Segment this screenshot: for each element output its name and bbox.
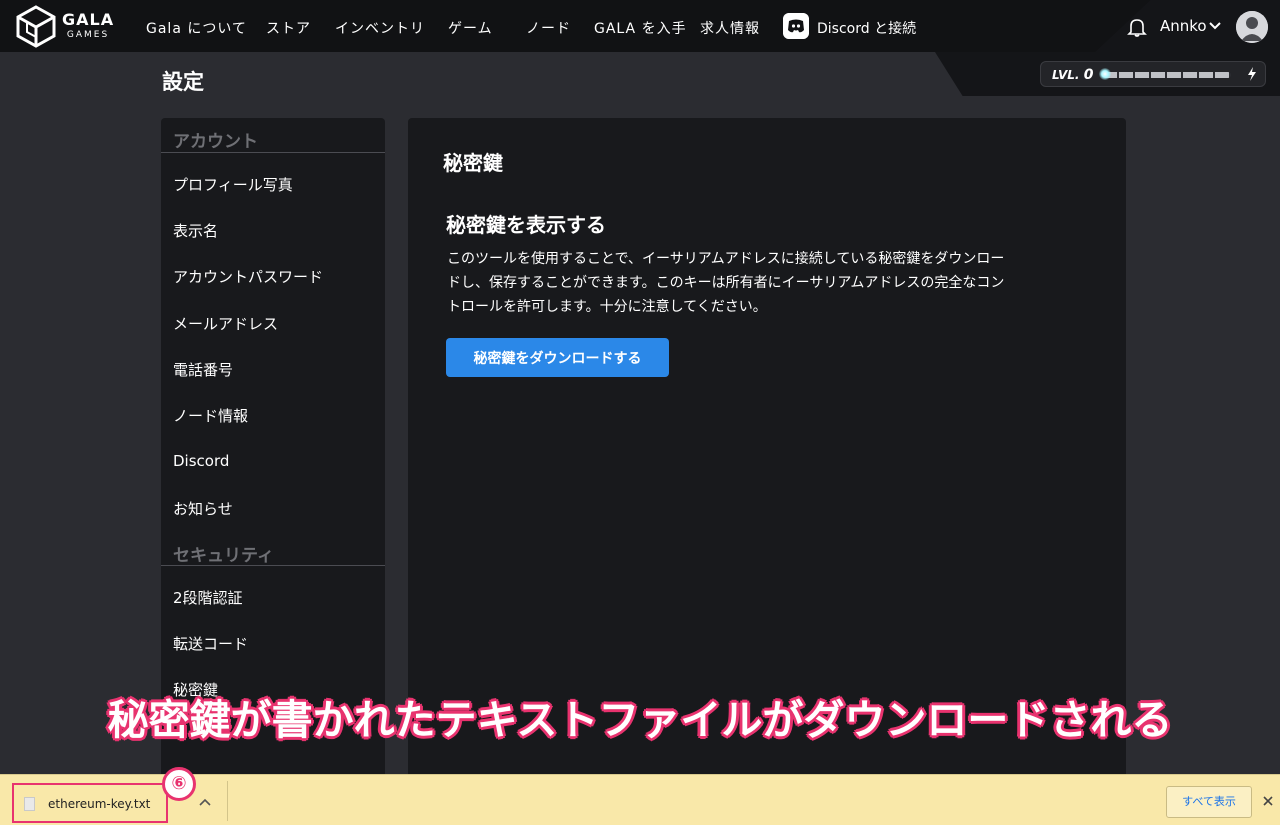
sidebar-heading-security: セキュリティ <box>173 546 274 566</box>
download-file-name[interactable]: ethereum-key.txt <box>48 797 150 811</box>
top-nav: GALA GAMES Gala について ストア インベントリ ゲーム ノード … <box>0 0 1280 52</box>
level-label: LVL. 0 <box>1052 67 1093 83</box>
download-divider <box>227 781 228 821</box>
sidebar-item-account-password[interactable]: アカウントパスワード <box>173 266 323 287</box>
close-icon[interactable] <box>1262 795 1274 807</box>
sidebar-item-transfer-code[interactable]: 転送コード <box>173 633 248 654</box>
nav-nodes[interactable]: ノード <box>526 18 571 38</box>
nav-store[interactable]: ストア <box>266 18 311 38</box>
nav-inventory[interactable]: インベントリ <box>335 18 425 38</box>
level-prefix: LVL. <box>1052 68 1080 82</box>
level-progress-marker <box>1099 68 1111 80</box>
nav-careers[interactable]: 求人情報 <box>700 18 760 38</box>
sidebar-item-profile-photo[interactable]: プロフィール写真 <box>173 174 293 195</box>
step-badge: ⑥ <box>162 767 196 801</box>
sidebar-divider <box>161 565 385 566</box>
sidebar-item-node-info[interactable]: ノード情報 <box>173 405 248 426</box>
download-item[interactable]: ethereum-key.txt ⑥ <box>12 767 196 823</box>
file-icon <box>24 797 35 811</box>
sidebar-item-2fa[interactable]: 2段階認証 <box>173 587 243 608</box>
panel-subtitle: 秘密鍵を表示する <box>446 213 606 237</box>
level-progress-bar <box>1103 72 1231 78</box>
tutorial-caption: 秘密鍵が書かれたテキストファイルがダウンロードされる <box>107 696 1173 744</box>
page-title: 設定 <box>162 70 204 94</box>
sidebar-heading-account: アカウント <box>173 132 258 152</box>
sidebar-item-email[interactable]: メールアドレス <box>173 313 278 334</box>
level-indicator: LVL. 0 <box>1040 61 1266 87</box>
nav-about[interactable]: Gala について <box>146 18 247 38</box>
nav-games[interactable]: ゲーム <box>448 18 493 38</box>
user-name[interactable]: Annko <box>1160 17 1207 35</box>
sidebar-item-discord[interactable]: Discord <box>173 452 229 470</box>
download-private-key-button[interactable]: 秘密鍵をダウンロードする <box>446 338 669 377</box>
panel-description: このツールを使用することで、イーサリアムアドレスに接続している秘密鍵をダウンロー… <box>447 251 1005 315</box>
sidebar-divider <box>161 152 385 153</box>
chevron-up-icon[interactable] <box>199 797 211 807</box>
show-all-button[interactable]: すべて表示 <box>1166 786 1252 818</box>
avatar[interactable] <box>1236 11 1268 43</box>
level-value: 0 <box>1083 67 1094 83</box>
panel-title: 秘密鍵 <box>443 151 503 175</box>
chevron-down-icon[interactable] <box>1208 20 1222 32</box>
bell-icon[interactable] <box>1126 16 1148 38</box>
gala-logo-icon[interactable] <box>14 4 58 48</box>
sidebar-item-phone[interactable]: 電話番号 <box>173 359 233 380</box>
sidebar-item-display-name[interactable]: 表示名 <box>173 220 218 241</box>
brand-wordmark[interactable]: GALA GAMES <box>62 12 114 40</box>
download-bar: ethereum-key.txt ⑥ すべて表示 <box>0 767 1280 825</box>
brand-name: GALA <box>62 10 115 29</box>
bolt-icon <box>1248 67 1256 81</box>
nav-discord-connect[interactable]: Discord と接続 <box>817 18 916 38</box>
sidebar-item-notifications[interactable]: お知らせ <box>173 498 233 519</box>
brand-sub: GAMES <box>66 30 110 40</box>
nav-get-gala[interactable]: GALA を入手 <box>594 18 687 38</box>
discord-icon[interactable] <box>783 13 809 39</box>
